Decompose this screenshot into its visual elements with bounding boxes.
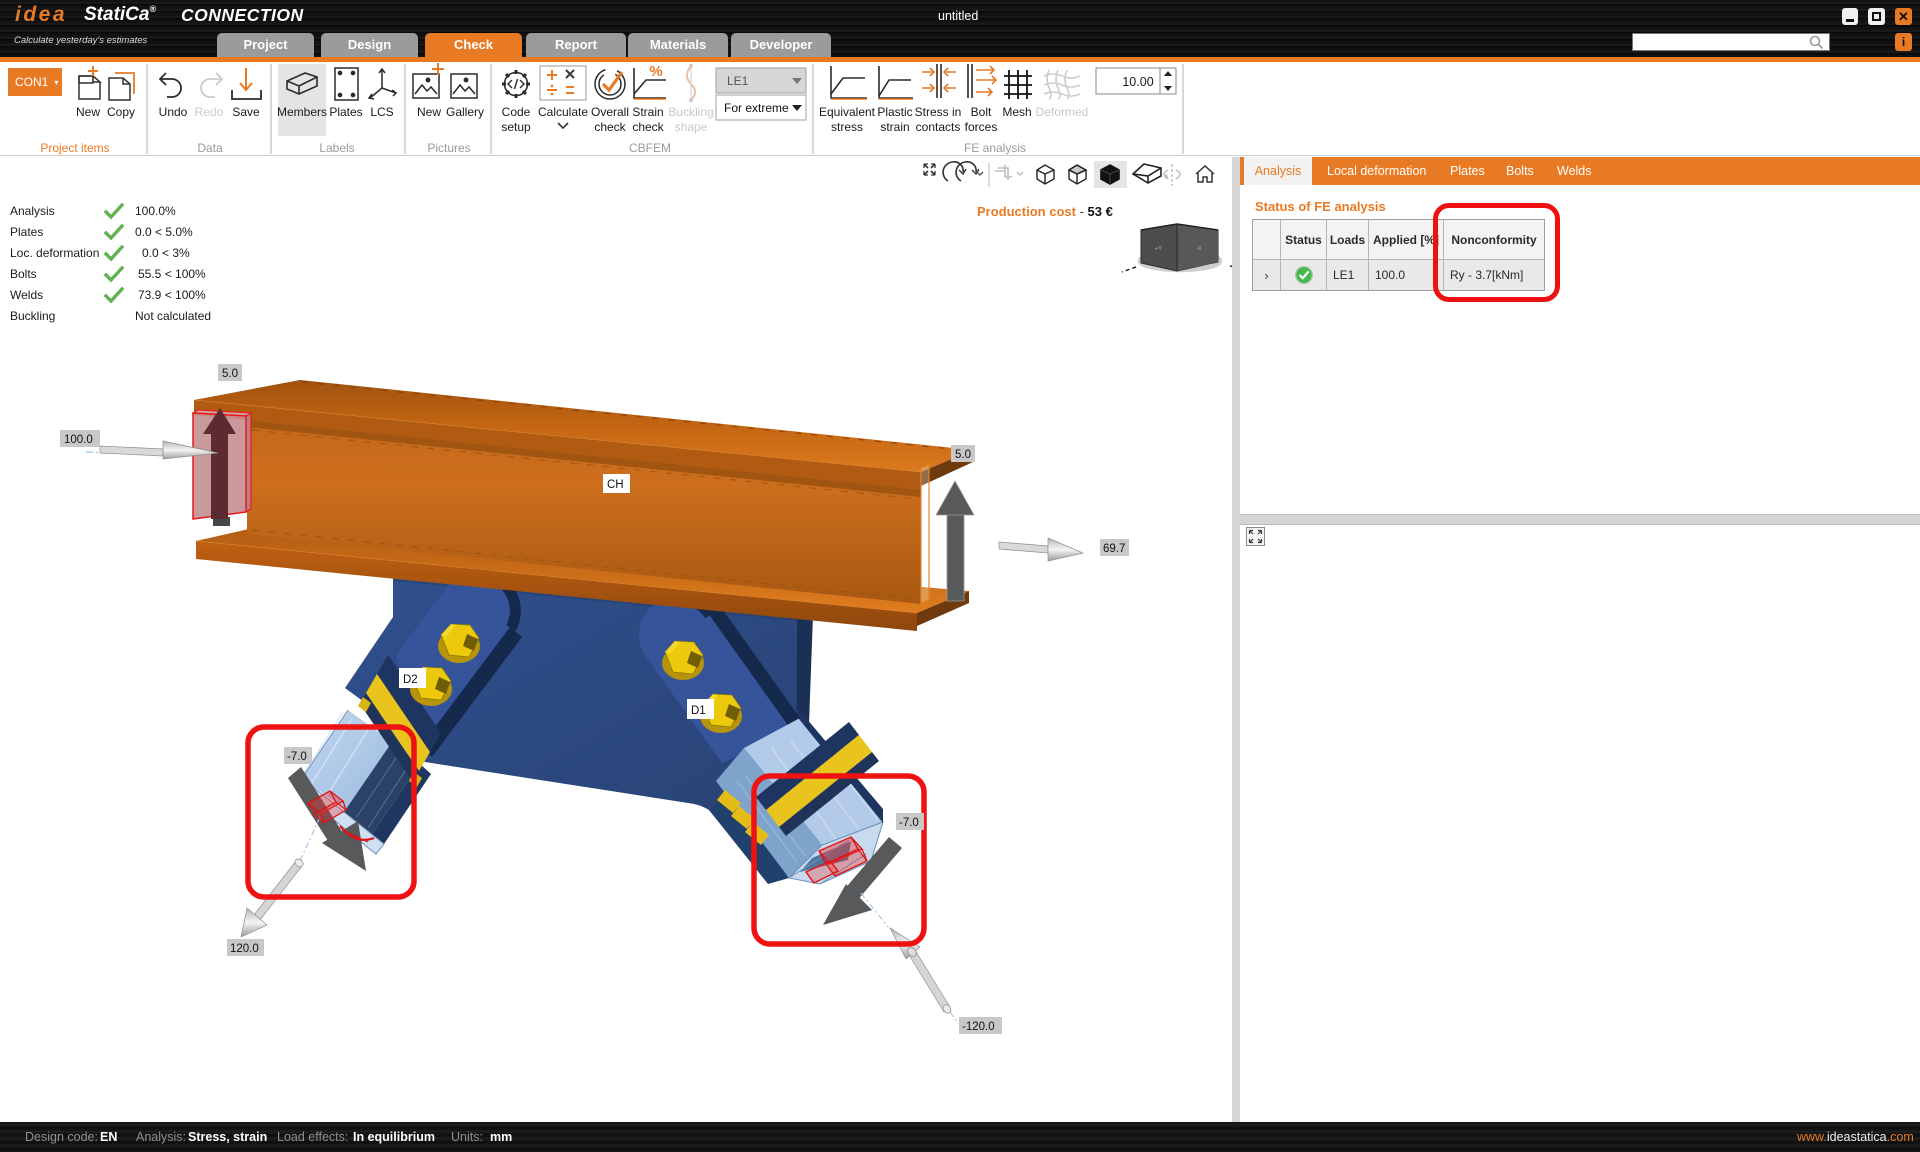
svg-text:Bolt: Bolt (971, 105, 992, 119)
svg-text:New: New (417, 105, 441, 119)
svg-text:10.00: 10.00 (1122, 75, 1153, 89)
svg-text:Overall: Overall (591, 105, 629, 119)
svg-text:D2: D2 (403, 674, 418, 686)
svg-text:check: check (594, 120, 626, 134)
svg-text:120.0: 120.0 (230, 943, 259, 955)
svg-text:+Y: +Y (1155, 246, 1162, 252)
svg-text:LCS: LCS (370, 105, 393, 119)
svg-text:%: % (649, 63, 662, 80)
svg-text:Copy: Copy (107, 105, 135, 119)
svg-text:New: New (76, 105, 100, 119)
svg-text:setup: setup (501, 120, 531, 134)
svg-text:Plates: Plates (329, 105, 362, 119)
svg-text:CH: CH (607, 479, 624, 491)
svg-text:For extreme: For extreme (724, 101, 789, 115)
svg-text:strain: strain (880, 120, 909, 134)
svg-text:D1: D1 (691, 705, 706, 717)
svg-text:5.0: 5.0 (222, 368, 238, 380)
svg-text:-7.0: -7.0 (899, 817, 919, 829)
svg-text:LE1: LE1 (727, 74, 749, 88)
svg-text:forces: forces (965, 120, 998, 134)
svg-text:Buckling: Buckling (668, 105, 713, 119)
svg-text:Mesh: Mesh (1002, 105, 1031, 119)
svg-text:Strain: Strain (632, 105, 663, 119)
svg-text:-7.0: -7.0 (287, 751, 307, 763)
svg-text:Calculate: Calculate (538, 105, 588, 119)
svg-text:stress: stress (831, 120, 863, 134)
svg-text:-X: -X (1196, 246, 1202, 252)
svg-text:Members: Members (277, 105, 327, 119)
svg-text:Undo: Undo (159, 105, 188, 119)
svg-text:Plastic: Plastic (877, 105, 912, 119)
svg-text:100.0: 100.0 (64, 434, 93, 446)
svg-text:Deformed: Deformed (1036, 105, 1089, 119)
svg-text:check: check (632, 120, 664, 134)
svg-text:69.7: 69.7 (1103, 543, 1125, 555)
svg-text:5.0: 5.0 (955, 449, 971, 461)
svg-text:Code: Code (502, 105, 531, 119)
svg-text:Gallery: Gallery (446, 105, 484, 119)
svg-text:contacts: contacts (916, 120, 961, 134)
svg-text:Stress in: Stress in (915, 105, 962, 119)
svg-text:-120.0: -120.0 (962, 1021, 995, 1033)
svg-text:Equivalent: Equivalent (819, 105, 876, 119)
svg-text:Redo: Redo (195, 105, 224, 119)
svg-text:shape: shape (675, 120, 708, 134)
svg-text:Save: Save (232, 105, 260, 119)
